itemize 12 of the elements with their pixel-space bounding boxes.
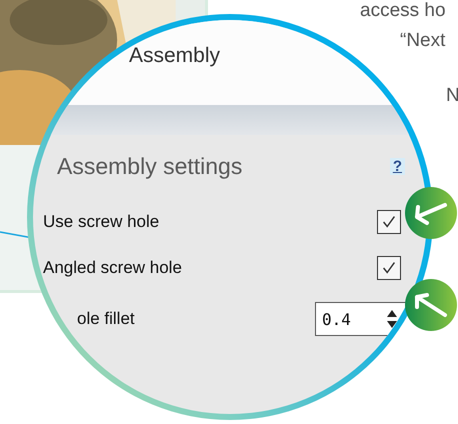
checkbox[interactable]	[377, 256, 401, 280]
setting-label: Use screw hole	[43, 212, 160, 232]
setting-label: Angled screw hole	[43, 258, 183, 278]
setting-label: ole fillet	[76, 309, 136, 329]
body-text: “Next	[400, 30, 446, 52]
settings-title: Assembly settings	[57, 153, 242, 180]
body-text: N	[446, 85, 458, 107]
panel-title: Assembly	[129, 44, 220, 67]
help-icon[interactable]: ?	[390, 158, 405, 175]
checkbox[interactable]	[377, 210, 401, 234]
body-text: access ho	[360, 0, 446, 22]
number-spinner[interactable]: 0.4	[315, 302, 407, 336]
